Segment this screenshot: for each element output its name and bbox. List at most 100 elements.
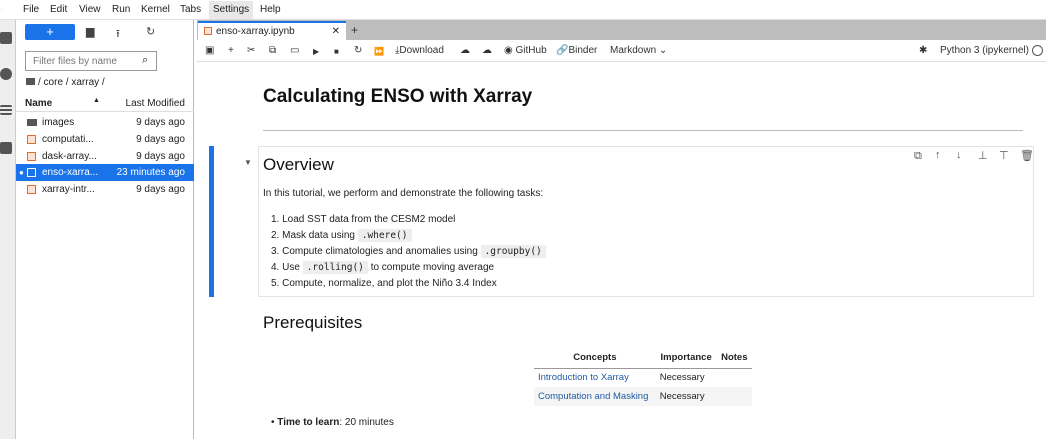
menu-help[interactable]: Help [260,4,281,15]
move-up-icon[interactable]: ↑ [935,149,941,161]
file-row[interactable]: xarray-intr... 9 days ago [16,181,194,198]
notebook-toolbar: ▣ + ✂ ⧉ ▭ ▶ ■ ↻ ⏩ ⤓Download ☁ ☁ ◉ GitHub… [197,40,1046,62]
run-icon[interactable]: ▶ [313,47,319,56]
save-icon[interactable]: ▣ [205,45,214,56]
markdown-cell[interactable]: ⧉ ↑ ↓ ⊥ ⊤ 🗑 Overview In this tutorial, w… [258,146,1034,297]
collapse-caret-icon[interactable]: ▼ [244,158,252,167]
file-modified: 9 days ago [136,184,185,195]
file-row[interactable]: dask-array... 9 days ago [16,148,194,165]
running-dot-icon: ● [19,168,24,177]
breadcrumb: / core / xarray / [26,77,105,88]
file-modified: 9 days ago [136,117,185,128]
file-browser: + ▆ ⭱ ↻ ⌕ / core / xarray / Name ▲ Last … [16,20,194,439]
file-modified: 9 days ago [136,151,185,162]
filter-files-input[interactable] [25,51,157,71]
menu-run[interactable]: Run [112,4,130,15]
github-icon: ◉ [504,45,513,56]
active-cell-indicator [209,146,214,297]
file-name: enso-xarra... [42,167,99,178]
refresh-icon[interactable]: ↻ [146,25,155,38]
cut-icon[interactable]: ✂ [247,45,255,56]
item-number: 3. [271,246,280,257]
toc-icon[interactable] [0,105,12,115]
menu-bar: ◐ File Edit View Run Kernel Tabs Setting… [0,0,1046,20]
item-text: Load SST data from the CESM2 model [282,214,456,225]
folder-icon [26,78,35,85]
item-text: to compute moving average [370,262,495,273]
file-name: images [42,117,75,128]
table-row: Introduction to Xarray Necessary [534,368,752,387]
prerequisites-table: Concepts Importance Notes Introduction to … [534,348,752,406]
download-button[interactable]: ⤓Download [395,45,444,56]
menu-settings[interactable]: Settings [209,1,254,19]
breadcrumb-path[interactable]: / core / xarray / [38,77,105,88]
new-folder-icon[interactable]: ▆ [86,25,94,38]
github-button[interactable]: ◉ GitHub [504,45,547,56]
notebook-icon [27,152,36,161]
paste-icon[interactable]: ▭ [290,45,299,56]
notebook-panel: Calculating ENSO with Xarray ▼ ⧉ ↑ ↓ ⊥ ⊤… [197,62,1046,439]
menu-kernel[interactable]: Kernel [141,4,170,15]
notebook-icon [204,27,212,35]
binder-button[interactable]: 🔗Binder [556,45,597,56]
insert-below-icon[interactable]: ⊤ [999,149,1009,162]
debugger-icon[interactable]: ✱ [919,45,927,56]
running-icon[interactable] [0,68,12,80]
cloud-download-icon[interactable]: ☁ [482,45,492,56]
time-to-learn: • Time to learn: 20 minutes [271,417,394,428]
run-all-icon[interactable]: ⏩ [374,47,384,56]
menu-view[interactable]: View [79,4,101,15]
file-list-header: Name ▲ Last Modified [16,95,194,112]
task-item: 2. Mask data using .where() [271,229,412,242]
extension-icon[interactable] [0,142,12,154]
copy-icon[interactable]: ⧉ [269,45,276,56]
cell-type-select[interactable]: Markdown ⌄ [610,45,667,56]
file-modified: 9 days ago [136,134,185,145]
notebook-title: Calculating ENSO with Xarray [263,86,533,107]
link-icon: 🔗 [556,45,569,56]
tab-notebook[interactable]: enso-xarray.ipynb ✕ [198,21,346,40]
task-item: 4. Use .rolling() to compute moving aver… [271,261,495,274]
folder-icon[interactable] [0,32,12,44]
importance-cell: Necessary [655,387,717,406]
modified-column-header[interactable]: Last Modified [126,98,185,109]
item-number: 1. [271,214,280,225]
jupyter-logo: ◐ [0,3,3,17]
cell-type-value: Markdown [610,45,657,56]
overview-heading: Overview [263,155,334,174]
menu-tabs[interactable]: Tabs [180,4,201,15]
new-launcher-button[interactable]: + [25,24,75,40]
kernel-status-icon [1032,45,1043,56]
notebook-icon [27,168,36,177]
stop-icon[interactable]: ■ [334,47,339,56]
duplicate-cell-icon[interactable]: ⧉ [914,150,922,163]
file-row-selected[interactable]: ● enso-xarra... 23 minutes ago [16,164,194,181]
insert-above-icon[interactable]: ⊥ [978,149,988,162]
new-tab-icon[interactable]: + [351,23,358,37]
folder-icon [27,119,37,126]
concept-link[interactable]: Introduction to Xarray [538,372,629,383]
intro-text: In this tutorial, we perform and demonst… [263,188,544,199]
col-header: Importance [655,348,717,369]
menu-edit[interactable]: Edit [50,4,67,15]
file-row[interactable]: computati... 9 days ago [16,131,194,148]
close-icon[interactable]: ✕ [332,23,340,40]
prerequisites-heading: Prerequisites [263,313,363,332]
concept-link[interactable]: Computation and Masking [538,391,648,402]
cloud-upload-icon[interactable]: ☁ [460,45,470,56]
menu-file[interactable]: File [23,4,39,15]
name-column-header[interactable]: Name [25,98,52,109]
kernel-name[interactable]: Python 3 (ipykernel) [940,45,1029,56]
inline-code: .where() [357,229,412,242]
insert-cell-icon[interactable]: + [228,45,234,56]
file-row[interactable]: images 9 days ago [16,114,194,131]
item-number: 4. [271,262,280,273]
github-label: GitHub [515,45,547,56]
chevron-down-icon: ⌄ [658,45,668,56]
upload-icon[interactable]: ⭱ [116,25,120,44]
delete-cell-icon[interactable]: 🗑 [1020,149,1034,162]
file-modified: 23 minutes ago [116,167,185,178]
restart-icon[interactable]: ↻ [354,45,362,56]
move-down-icon[interactable]: ↓ [956,149,962,161]
file-name: xarray-intr... [42,184,95,195]
